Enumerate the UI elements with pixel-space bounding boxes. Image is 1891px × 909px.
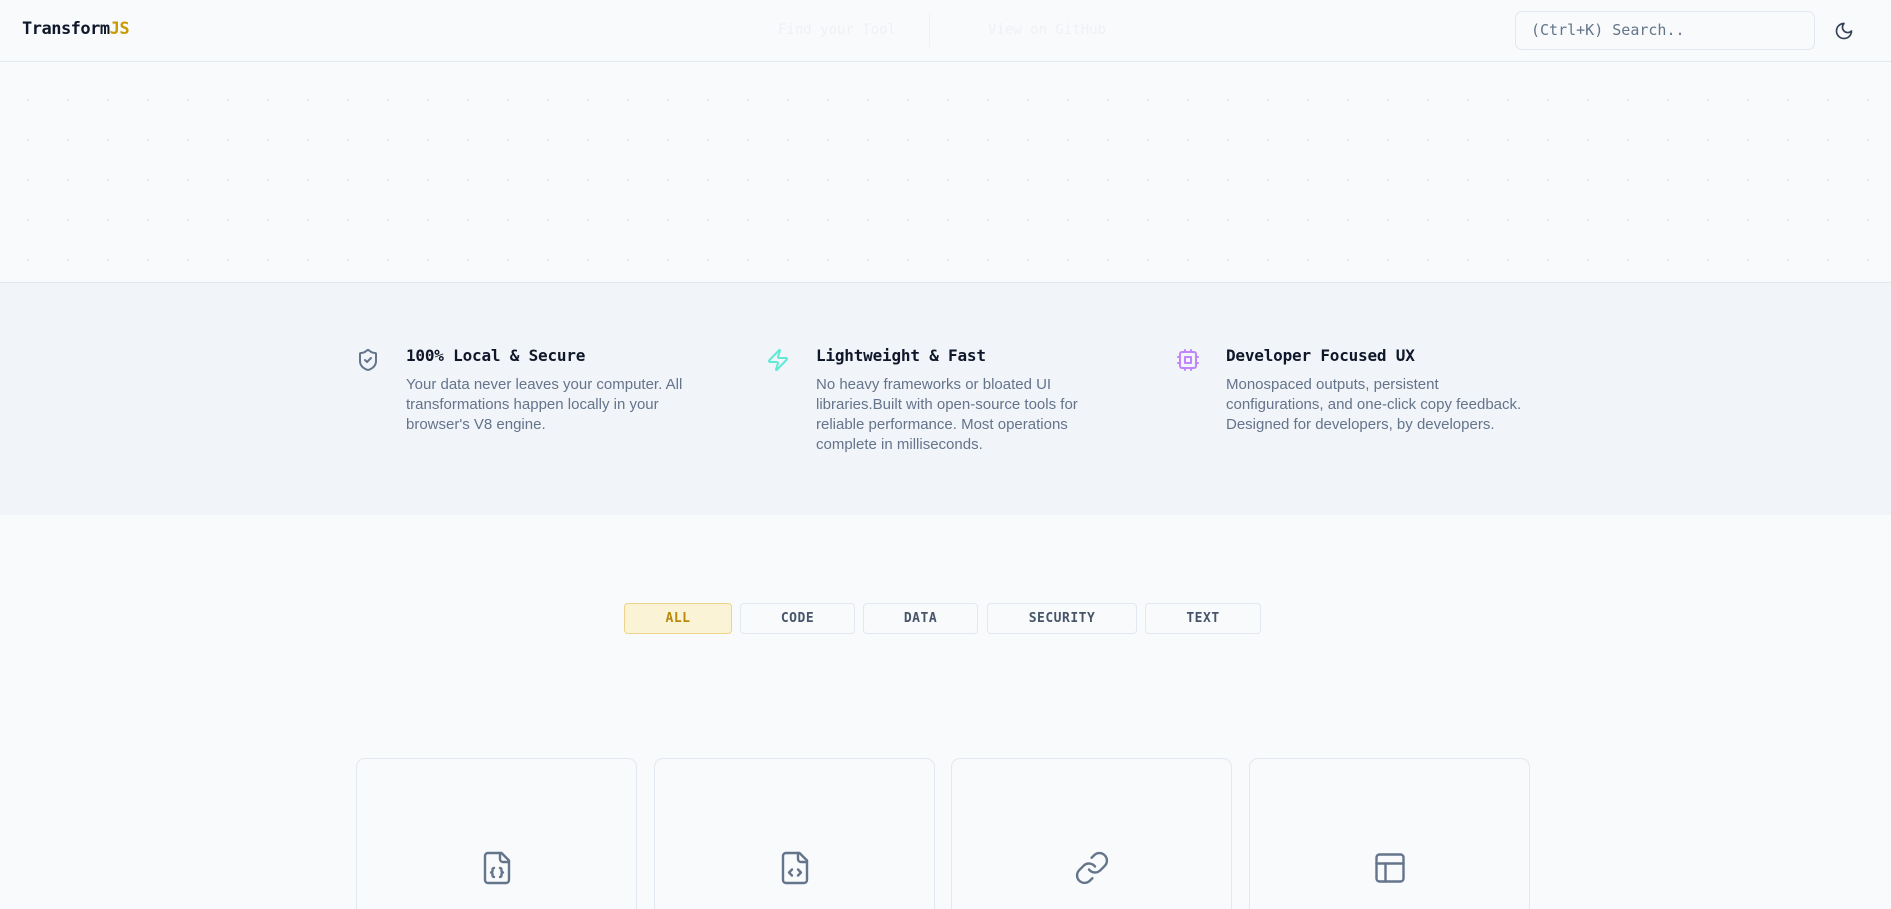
category-filters: ALL CODE DATA SECURITY TEXT [0,603,1891,635]
feature-description: Your data never leaves your computer. Al… [406,376,683,433]
feature-local-secure: 100% Local & Secure Your data never leav… [356,346,686,435]
filter-data[interactable]: DATA [863,603,978,634]
feature-description: Monospaced outputs, persistent configura… [1226,376,1522,433]
moon-icon[interactable] [1834,21,1854,41]
feature-description: No heavy frameworks or bloated UI librar… [816,376,1078,453]
zap-icon [768,349,788,371]
find-tool-button[interactable]: Find your Tool [760,13,930,47]
filter-text[interactable]: TEXT [1145,603,1261,634]
tool-card[interactable] [951,758,1232,909]
feature-title: Developer Focused UX [1226,346,1415,365]
tool-card[interactable] [1249,758,1530,909]
logo-accent-text: JS [109,19,130,39]
features-section: 100% Local & Secure Your data never leav… [0,283,1891,515]
feature-lightweight-fast: Lightweight & Fast No heavy frameworks o… [766,346,1096,455]
top-navbar: TransformJS Find your Tool View on GitHu… [0,0,1891,62]
filter-code[interactable]: CODE [740,603,855,634]
feature-developer-ux: Developer Focused UX Monospaced outputs,… [1176,346,1536,435]
search-input[interactable]: (Ctrl+K) Search.. [1515,11,1815,50]
filter-security[interactable]: SECURITY [987,603,1137,634]
feature-title: Lightweight & Fast [816,346,986,365]
filter-all[interactable]: ALL [624,603,732,634]
layout-icon [1374,853,1405,883]
hero-section [0,62,1891,283]
logo[interactable]: TransformJS [22,19,130,39]
feature-title: 100% Local & Secure [406,346,586,365]
github-button[interactable]: View on GitHub [970,13,1150,47]
tool-card[interactable] [654,758,935,909]
link-icon [1075,851,1108,885]
cpu-icon [1177,349,1199,371]
shield-check-icon [359,349,377,372]
tool-card[interactable] [356,758,637,909]
file-json-icon [483,851,510,885]
file-code-icon [781,851,808,885]
logo-text: Transform [22,19,110,39]
